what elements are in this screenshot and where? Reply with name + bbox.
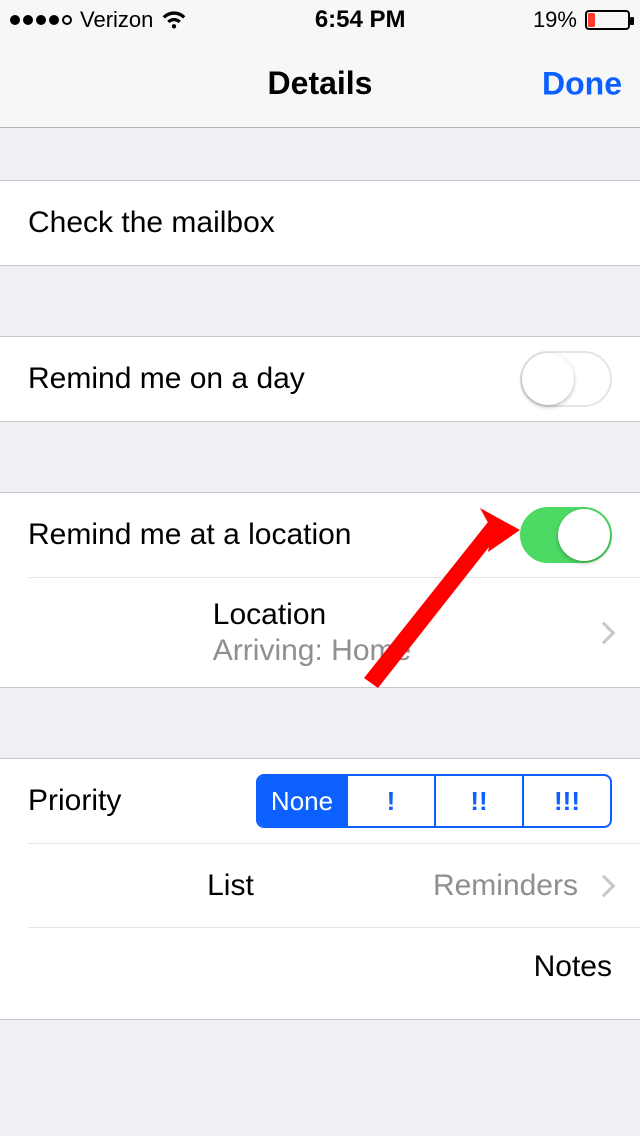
priority-option-med[interactable]: !! bbox=[434, 776, 522, 826]
remind-day-toggle[interactable] bbox=[520, 351, 612, 407]
notes-label: Notes bbox=[534, 950, 612, 984]
nav-bar: Details Done bbox=[0, 40, 640, 128]
priority-segmented[interactable]: None ! !! !!! bbox=[256, 774, 612, 828]
wifi-icon bbox=[161, 10, 187, 30]
remind-location-group: Remind me at a location Location Arrivin… bbox=[0, 492, 640, 688]
remind-location-label: Remind me at a location bbox=[28, 518, 352, 552]
remind-location-row: Remind me at a location bbox=[0, 493, 640, 577]
chevron-right-icon bbox=[593, 621, 616, 644]
location-row[interactable]: Location Arriving: Home bbox=[28, 577, 640, 687]
location-label: Location bbox=[213, 598, 411, 632]
done-button[interactable]: Done bbox=[542, 65, 622, 102]
reminder-title-group: Check the mailbox bbox=[0, 180, 640, 266]
remind-location-toggle[interactable] bbox=[520, 507, 612, 563]
remind-day-label: Remind me on a day bbox=[28, 362, 305, 396]
list-label: List bbox=[207, 869, 254, 903]
priority-option-high[interactable]: !!! bbox=[522, 776, 610, 826]
carrier-label: Verizon bbox=[80, 7, 153, 33]
options-group: Priority None ! !! !!! List Reminders No… bbox=[0, 758, 640, 1020]
page-title: Details bbox=[268, 65, 373, 102]
priority-row: Priority None ! !! !!! bbox=[0, 759, 640, 843]
priority-option-none[interactable]: None bbox=[258, 776, 346, 826]
clock-label: 6:54 PM bbox=[315, 6, 406, 34]
priority-option-low[interactable]: ! bbox=[346, 776, 434, 826]
list-value: Reminders bbox=[433, 869, 578, 903]
reminder-title-field[interactable]: Check the mailbox bbox=[0, 181, 640, 265]
location-value: Arriving: Home bbox=[213, 634, 411, 668]
status-left: Verizon bbox=[10, 7, 187, 33]
chevron-right-icon bbox=[593, 874, 616, 897]
status-right: 19% bbox=[533, 7, 630, 33]
remind-day-group: Remind me on a day bbox=[0, 336, 640, 422]
reminder-title-text: Check the mailbox bbox=[28, 206, 275, 240]
battery-percent-label: 19% bbox=[533, 7, 577, 33]
battery-icon bbox=[585, 10, 630, 30]
notes-row[interactable]: Notes bbox=[28, 927, 640, 1019]
remind-day-row: Remind me on a day bbox=[0, 337, 640, 421]
status-bar: Verizon 6:54 PM 19% bbox=[0, 0, 640, 40]
priority-label: Priority bbox=[28, 784, 121, 818]
signal-strength-icon bbox=[10, 15, 72, 25]
list-row[interactable]: List Reminders bbox=[28, 843, 640, 927]
